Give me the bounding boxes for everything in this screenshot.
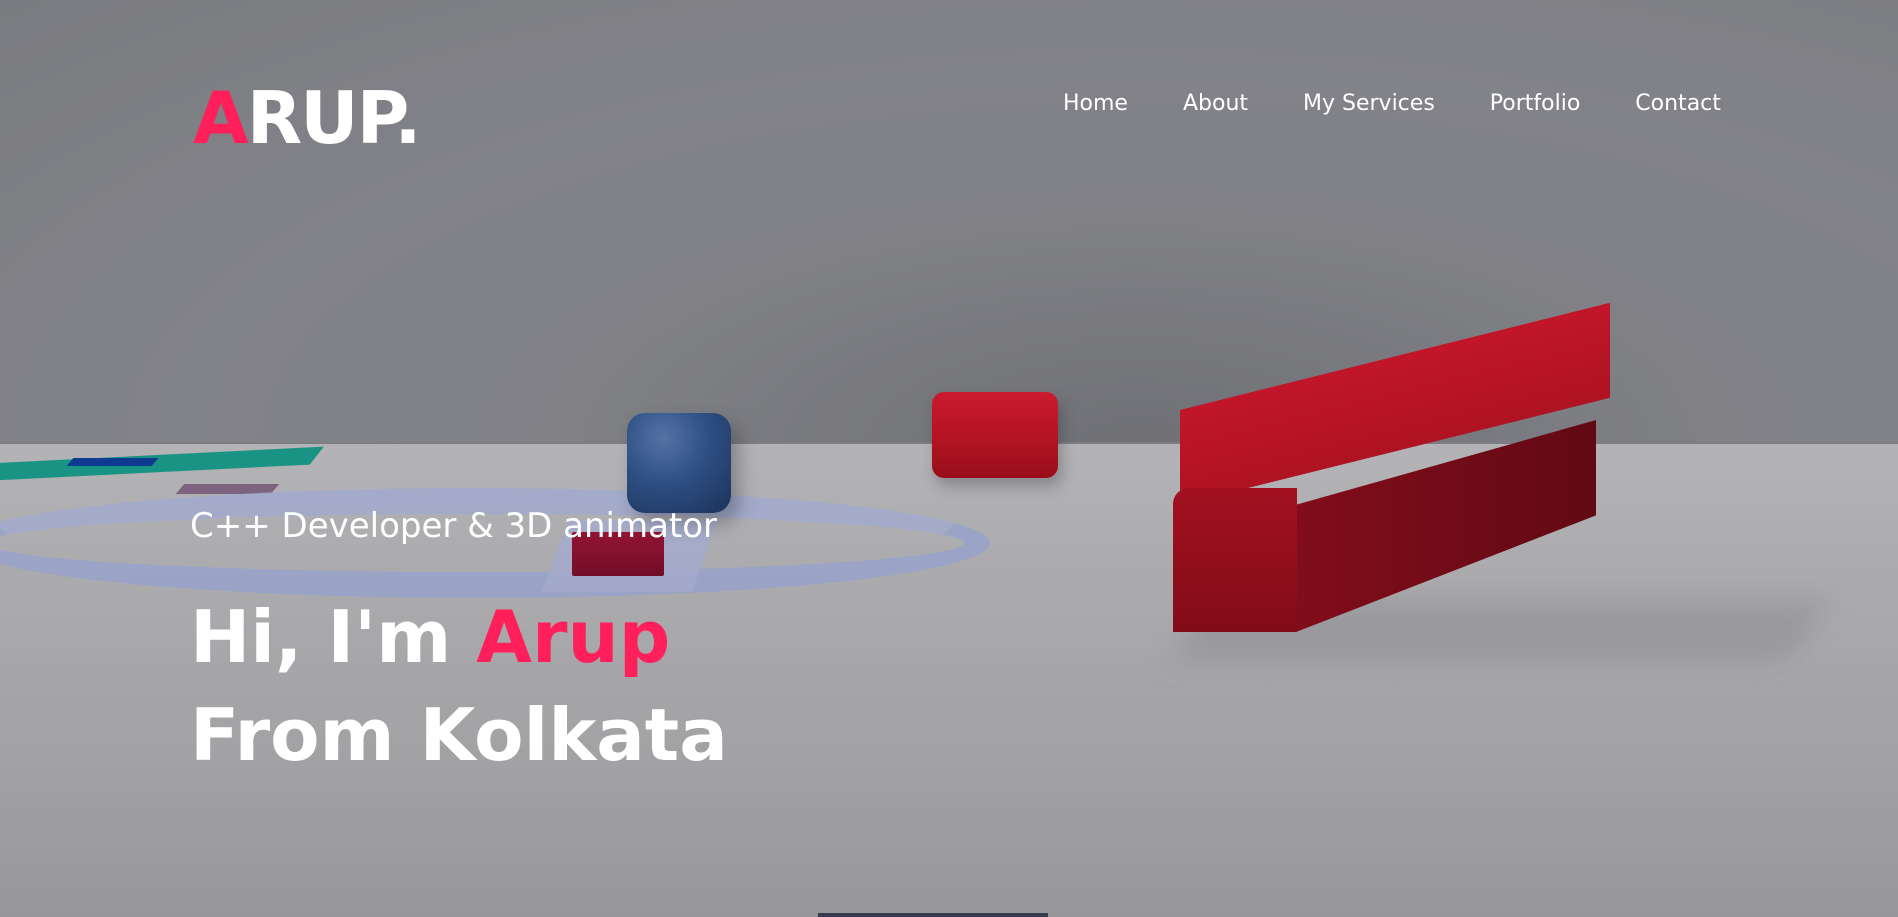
site-logo[interactable]: ARUP. — [193, 82, 422, 154]
hero-location: From Kolkata — [190, 693, 728, 777]
nav-contact-link[interactable]: Contact — [1635, 88, 1721, 120]
logo-accent-letter: A — [193, 76, 249, 160]
nav-services-link[interactable]: My Services — [1303, 88, 1435, 120]
hero-subtitle: C++ Developer & 3D animator — [190, 506, 718, 546]
hero-name: Arup — [476, 595, 671, 679]
nav-home-link[interactable]: Home — [1063, 88, 1128, 120]
logo-text: RUP. — [246, 76, 422, 160]
hero-headline: Hi, I'm Arup From Kolkata — [190, 588, 728, 784]
nav-portfolio-link[interactable]: Portfolio — [1490, 88, 1581, 120]
main-nav: Home About My Services Portfolio Contact — [1063, 88, 1721, 120]
nav-about-link[interactable]: About — [1183, 88, 1248, 120]
hero-greeting: Hi, I'm — [190, 595, 477, 679]
